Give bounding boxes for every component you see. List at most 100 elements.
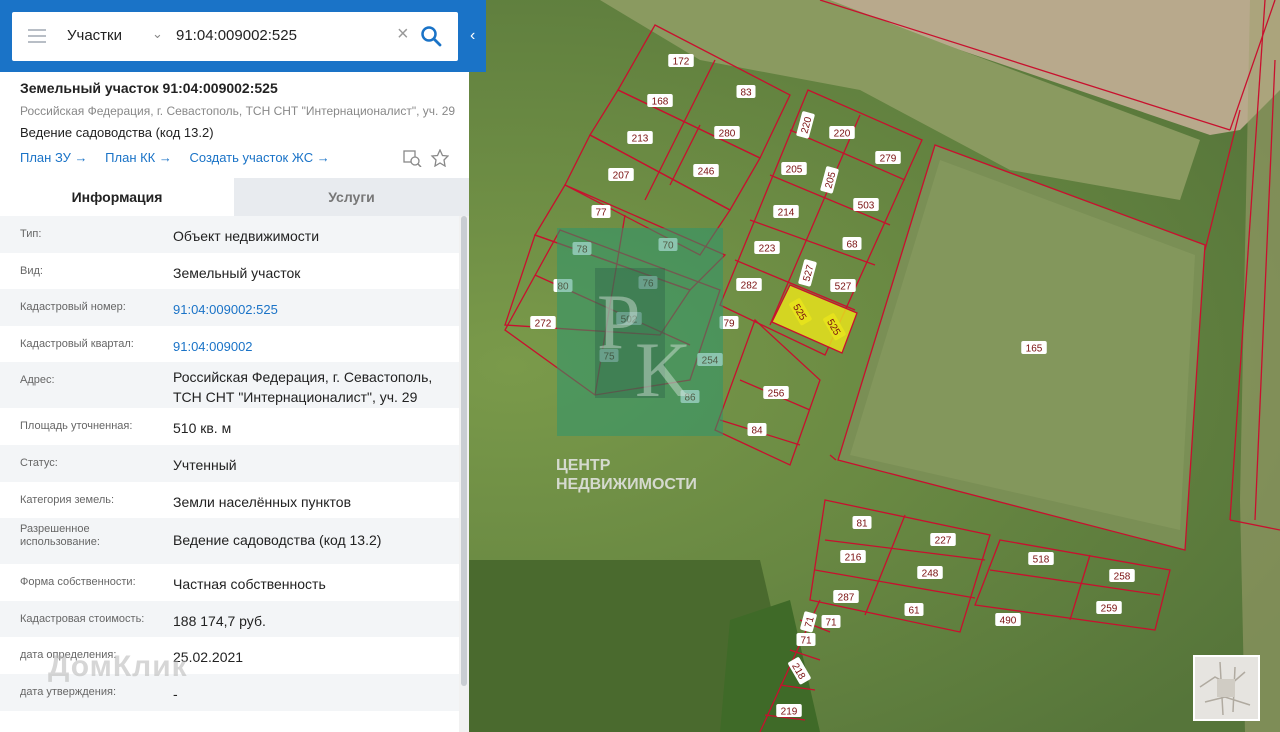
svg-text:77: 77 (595, 208, 607, 219)
search-box: Участки ⌄ 91:04:009002:525 × (12, 12, 458, 61)
svg-text:527: 527 (835, 282, 852, 293)
search-input[interactable]: 91:04:009002:525 (176, 27, 297, 44)
svg-text:282: 282 (741, 281, 758, 292)
favorite-star-icon[interactable] (430, 148, 450, 168)
svg-text:213: 213 (632, 134, 649, 145)
svg-text:168: 168 (652, 97, 669, 108)
info-row-cadastral-cost: Кадастровая стоимость: 188 174,7 руб. (0, 600, 459, 638)
svg-text:83: 83 (740, 88, 752, 99)
svg-text:220: 220 (834, 129, 851, 140)
svg-text:503: 503 (858, 201, 875, 212)
parcel-label: 220 (829, 126, 855, 140)
parcel-label: 168 (647, 94, 673, 108)
svg-text:279: 279 (880, 154, 897, 165)
parcel-label: 81 (852, 516, 872, 530)
pk-logo-icon: P K (595, 268, 691, 413)
svg-text:490: 490 (1000, 616, 1017, 627)
info-value: Ведение садоводства (код 13.2) (173, 532, 382, 549)
parcel-use: Ведение садоводства (код 13.2) (20, 125, 214, 140)
map-logo-overlay: P K (557, 228, 723, 436)
collapse-panel-icon[interactable]: ‹ (470, 26, 484, 46)
svg-text:256: 256 (768, 389, 785, 400)
header-actions (403, 148, 450, 168)
parcel-label: 83 (736, 85, 756, 99)
parcel-label: 219 (776, 704, 802, 718)
info-label: Категория земель: (20, 493, 115, 506)
parcel-label: 527 (830, 279, 856, 293)
svg-text:280: 280 (719, 129, 736, 140)
svg-text:68: 68 (846, 240, 858, 251)
parcel-label: 213 (627, 131, 653, 145)
parcel-links: План ЗУ → План КК → Создать участок ЖС → (20, 150, 344, 165)
info-panel: Земельный участок 91:04:009002:525 Росси… (0, 0, 469, 732)
parcel-label: 84 (747, 423, 767, 437)
parcel-label: 256 (763, 386, 789, 400)
svg-text:84: 84 (751, 426, 763, 437)
info-label: Тип: (20, 228, 42, 240)
info-row-land-category: Категория земель: Земли населённых пункт… (0, 482, 459, 519)
info-value: Российская Федерация, г. Севастополь, ТС… (173, 367, 432, 407)
info-label: Форма собственности: (20, 576, 136, 589)
menu-icon[interactable] (28, 29, 46, 43)
info-label: Статус: (20, 456, 58, 469)
parcel-label: 172 (668, 54, 694, 68)
cadastral-quarter-link[interactable]: 91:04:009002 (173, 337, 253, 357)
svg-text:518: 518 (1033, 555, 1050, 566)
info-row-cadastral-number: Кадастровый номер: 91:04:009002:525 (0, 289, 459, 326)
tab-info[interactable]: Информация (0, 178, 234, 216)
svg-text:246: 246 (698, 167, 715, 178)
parcel-label: 207 (608, 168, 634, 182)
info-row-area: Площадь уточненная: 510 кв. м (0, 408, 459, 445)
info-label: Кадастровая стоимость: (20, 612, 145, 625)
svg-text:P: P (597, 278, 640, 365)
search-on-map-icon[interactable] (403, 150, 422, 168)
chevron-down-icon[interactable]: ⌄ (152, 26, 163, 42)
parcel-label: 518 (1028, 552, 1054, 566)
info-row-address: Адрес: Российская Федерация, г. Севастоп… (0, 362, 459, 409)
info-value: 188 174,7 руб. (173, 612, 266, 629)
search-type-select[interactable]: Участки (67, 27, 122, 44)
search-bar: Участки ⌄ 91:04:009002:525 × ‹ (0, 0, 486, 72)
parcel-label: 223 (754, 241, 780, 255)
svg-text:81: 81 (856, 519, 868, 530)
svg-text:219: 219 (781, 707, 798, 718)
parcel-label: 246 (693, 164, 719, 178)
parcel-label: 227 (930, 533, 956, 547)
svg-text:223: 223 (759, 244, 776, 255)
info-label: Кадастровый квартал: (20, 337, 134, 350)
panel-scrollbar[interactable] (459, 216, 469, 732)
info-row-cadastral-quarter: Кадастровый квартал: 91:04:009002 (0, 326, 459, 363)
svg-text:248: 248 (922, 569, 939, 580)
plan-kk-link[interactable]: План КК → (105, 150, 172, 165)
cadastral-number-link[interactable]: 91:04:009002:525 (173, 300, 278, 320)
svg-text:227: 227 (935, 536, 952, 547)
svg-text:61: 61 (908, 606, 920, 617)
search-icon[interactable] (420, 25, 442, 47)
svg-text:71: 71 (800, 636, 812, 647)
svg-text:207: 207 (613, 171, 630, 182)
address-line-2: ТСН СНТ "Интернационалист", уч. 29 (173, 389, 418, 406)
svg-text:K: K (635, 326, 691, 413)
domclick-watermark: ДомКлик (48, 650, 188, 683)
info-label: Разрешенное использование: (20, 523, 100, 549)
parcel-label: 165 (1021, 341, 1047, 355)
info-label: Площадь уточненная: (20, 420, 133, 433)
clear-icon[interactable]: × (397, 24, 409, 44)
parcel-label: 216 (840, 550, 866, 564)
tab-services[interactable]: Услуги (234, 178, 469, 216)
svg-text:165: 165 (1026, 344, 1043, 355)
create-parcel-link[interactable]: Создать участок ЖС → (190, 150, 330, 165)
parcel-label: 490 (995, 613, 1021, 627)
parcel-label: 214 (773, 205, 799, 219)
parcel-label: 280 (714, 126, 740, 140)
info-label: Вид: (20, 264, 43, 277)
info-row-ownership: Форма собственности: Частная собственнос… (0, 564, 459, 601)
info-label: дата утверждения: (20, 685, 117, 698)
plan-zu-link[interactable]: План ЗУ → (20, 150, 88, 165)
scrollbar-thumb[interactable] (461, 216, 467, 686)
parcel-label: 71 (796, 633, 816, 647)
info-row-kind: Вид: Земельный участок (0, 253, 459, 290)
info-value: Земельный участок (173, 264, 301, 281)
svg-text:272: 272 (535, 319, 552, 330)
minimap-button[interactable] (1193, 655, 1260, 721)
